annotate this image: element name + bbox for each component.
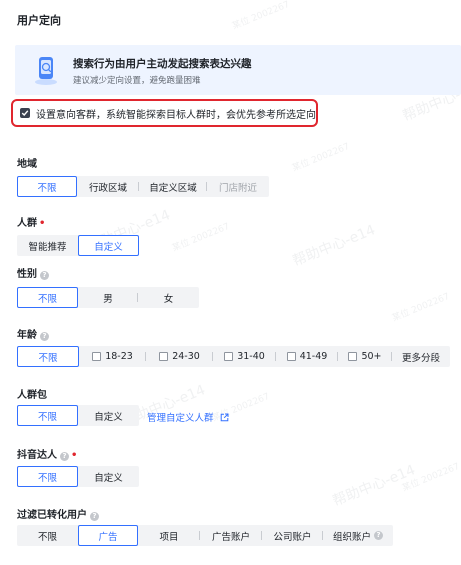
age-selector: 不限 18-23 24-30 31-40 41-49 50+ 更多分段 [17, 346, 450, 367]
region-option-custom[interactable]: 自定义区域 [139, 176, 207, 197]
age-option-more[interactable]: 更多分段 [392, 346, 450, 367]
search-illustration-icon [33, 54, 59, 86]
checkbox-icon [286, 352, 296, 361]
filter-option-org-account[interactable]: 组织账户? [323, 525, 393, 546]
filter-option-ad-account[interactable]: 广告账户 [200, 525, 262, 546]
age-option-label: 18-23 [105, 351, 133, 362]
crowd-option-smart[interactable]: 智能推荐 [17, 235, 78, 256]
filter-option-company-account[interactable]: 公司账户 [262, 525, 323, 546]
douyin-creator-label: 抖音达人? • [17, 446, 77, 461]
help-icon[interactable]: ? [90, 512, 99, 521]
checkbox-icon [159, 352, 169, 361]
age-option-label: 31-40 [237, 351, 265, 362]
required-mark: • [39, 218, 46, 229]
filter-option-label: 公司账户 [273, 531, 312, 543]
gender-label-text: 性别 [17, 269, 37, 280]
banner-title: 搜索行为由用户主动发起搜索表达兴趣 [73, 58, 252, 70]
douyin-creator-option-unlimited[interactable]: 不限 [17, 466, 78, 487]
filter-converted-label-text: 过滤已转化用户 [17, 510, 87, 521]
watermark: 帮助中心-e14 [290, 222, 378, 270]
region-selector: 不限 行政区域 自定义区域 门店附近 [17, 176, 269, 197]
filter-option-ad[interactable]: 广告 [78, 525, 138, 546]
gender-option-label: 男 [103, 293, 113, 305]
manage-custom-crowd-link[interactable]: 管理自定义人群 [147, 410, 229, 425]
filter-option-project[interactable]: 项目 [138, 525, 200, 546]
age-option-18-23[interactable]: 18-23 [79, 346, 146, 367]
checkbox-checked-icon[interactable] [20, 108, 30, 118]
crowd-label-text: 人群 [17, 218, 37, 229]
watermark: 某位 2002267 [230, 0, 292, 32]
watermark: 某位 2002267 [170, 221, 232, 254]
region-option-unlimited[interactable]: 不限 [17, 176, 77, 197]
age-label: 年龄? [17, 326, 49, 341]
watermark: 某位 2002267 [390, 291, 452, 324]
watermark: 帮助中心-e14 [330, 462, 418, 510]
watermark: 某位 2002267 [400, 461, 461, 494]
age-option-31-40[interactable]: 31-40 [213, 346, 276, 367]
age-label-text: 年龄 [17, 330, 37, 341]
age-option-label: 50+ [361, 351, 382, 362]
region-option-admin[interactable]: 行政区域 [77, 176, 139, 197]
filter-converted-label: 过滤已转化用户? [17, 506, 99, 521]
age-option-41-49[interactable]: 41-49 [276, 346, 338, 367]
help-icon[interactable]: ? [40, 271, 49, 280]
filter-option-unlimited[interactable]: 不限 [17, 525, 78, 546]
checkbox-icon [92, 352, 102, 361]
checkbox-icon [224, 352, 234, 361]
crowd-label: 人群 • [17, 214, 45, 229]
age-option-label: 41-49 [299, 351, 328, 362]
age-option-50plus[interactable]: 50+ [338, 346, 392, 367]
douyin-creator-label-text: 抖音达人 [17, 450, 57, 461]
filter-converted-selector: 不限 广告 项目 广告账户 公司账户 组织账户? [17, 525, 393, 546]
douyin-creator-option-custom[interactable]: 自定义 [78, 466, 139, 487]
external-link-icon [220, 413, 229, 425]
help-icon[interactable]: ? [40, 332, 49, 341]
region-option-store-nearby[interactable]: 门店附近 [207, 176, 269, 197]
region-option-label: 行政区域 [88, 182, 127, 194]
gender-option-unlimited[interactable]: 不限 [17, 287, 78, 308]
crowd-pack-label: 人群包 [17, 390, 47, 401]
smart-crowd-checkbox-row[interactable]: 设置意向客群，系统智能探索目标人群时，会优先参考所选定向 [11, 99, 318, 127]
required-mark: • [71, 450, 78, 461]
section-title: 用户定向 [17, 14, 61, 27]
gender-option-female[interactable]: 女 [138, 287, 199, 308]
info-banner: 搜索行为由用户主动发起搜索表达兴趣 建议减少定向设置，避免跑量困难 [15, 45, 461, 95]
checkbox-label: 设置意向客群，系统智能探索目标人群时，会优先参考所选定向 [36, 110, 316, 121]
gender-selector: 不限 男 女 [17, 287, 199, 308]
crowd-pack-selector: 不限 自定义 [17, 405, 139, 426]
manage-link-text: 管理自定义人群 [147, 413, 214, 424]
checkbox-icon [348, 352, 358, 361]
filter-option-label: 项目 [159, 531, 179, 543]
crowd-selector: 智能推荐 自定义 [17, 235, 139, 256]
crowd-option-custom[interactable]: 自定义 [78, 235, 139, 256]
age-option-label: 24-30 [172, 351, 200, 362]
crowd-pack-option-custom[interactable]: 自定义 [78, 405, 139, 426]
watermark: 某位 2002267 [290, 141, 352, 174]
filter-option-label: 组织账户 [332, 531, 371, 543]
douyin-creator-selector: 不限 自定义 [17, 466, 139, 487]
filter-option-label: 广告账户 [211, 531, 250, 543]
age-option-unlimited[interactable]: 不限 [17, 346, 79, 367]
help-icon[interactable]: ? [60, 452, 69, 461]
gender-label: 性别? [17, 265, 49, 280]
region-option-label: 自定义区域 [149, 182, 197, 194]
gender-option-male[interactable]: 男 [78, 287, 138, 308]
region-label: 地域 [17, 159, 37, 170]
help-icon[interactable]: ? [374, 531, 383, 540]
crowd-pack-option-unlimited[interactable]: 不限 [17, 405, 78, 426]
age-option-24-30[interactable]: 24-30 [146, 346, 213, 367]
banner-subtitle: 建议减少定向设置，避免跑量困难 [73, 76, 201, 86]
